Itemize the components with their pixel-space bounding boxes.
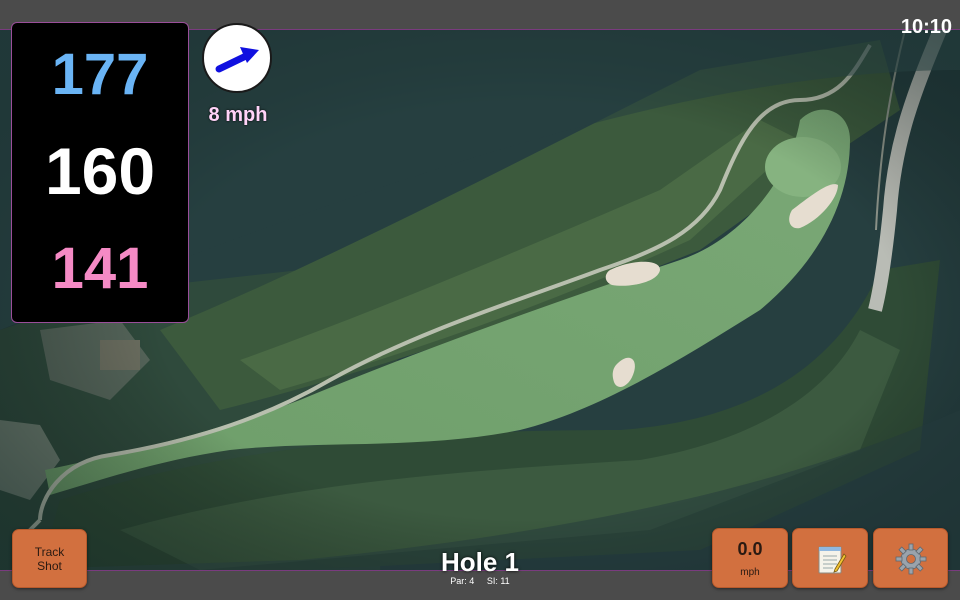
golf-gps-screen: 10:10 177 160 141 8 mph Track Shot Hole …: [0, 0, 960, 600]
middle-distance: 160: [44, 134, 156, 208]
wind-speed: 8 mph: [208, 104, 268, 126]
front-distance: 141: [51, 236, 149, 301]
speed-unit: mph: [740, 567, 760, 578]
hole-info: Par: 4 SI: 11: [380, 576, 580, 587]
gear-icon: [895, 543, 927, 575]
distance-panel[interactable]: 177 160 141: [11, 22, 189, 323]
track-shot-label: Track Shot: [34, 544, 65, 573]
clock: 10:10: [900, 16, 952, 38]
speed-button[interactable]: 0.0 mph: [712, 528, 788, 588]
wind-indicator[interactable]: [202, 23, 272, 93]
par-label: Par: 4: [450, 576, 475, 586]
notepad-icon: [818, 546, 847, 574]
wind-arrow-icon: [215, 47, 259, 73]
settings-button[interactable]: [873, 528, 948, 588]
back-distance: 177: [51, 42, 149, 107]
notes-button[interactable]: [792, 528, 868, 588]
speed-value: 0.0: [737, 539, 763, 559]
hole-title: Hole 1: [440, 547, 520, 577]
track-shot-button[interactable]: Track Shot: [12, 529, 87, 588]
si-label: SI: 11: [486, 576, 510, 586]
